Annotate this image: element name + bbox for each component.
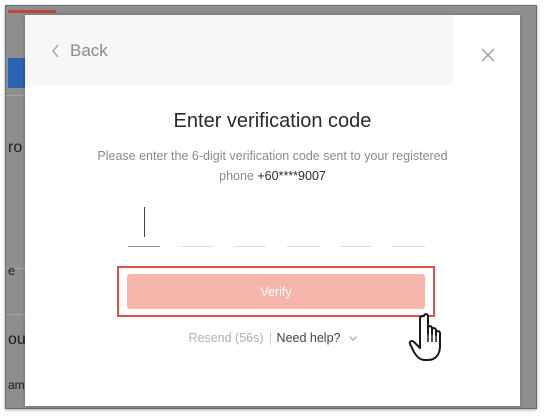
need-help-label: Need help? <box>276 331 341 345</box>
screenshot-frame: ro e ou am Back Enter verification code … <box>5 5 537 409</box>
code-digit-input[interactable] <box>287 205 319 247</box>
back-label: Back <box>70 41 108 60</box>
phone-number: +60****9007 <box>257 169 326 183</box>
verify-button[interactable]: Verify <box>127 274 425 309</box>
code-digit-input[interactable] <box>181 205 213 247</box>
link-separator <box>269 331 271 345</box>
verification-modal: Back Enter verification code Please ente… <box>25 15 520 406</box>
close-icon[interactable] <box>480 47 496 63</box>
background-text: am <box>8 378 25 392</box>
background-text: e <box>8 263 16 278</box>
code-digit-input[interactable] <box>393 205 425 247</box>
chevron-down-icon <box>348 335 357 341</box>
page-title: Enter verification code <box>173 110 372 132</box>
background-logo <box>8 58 26 88</box>
background-accent-bar <box>8 10 56 13</box>
back-button[interactable]: Back <box>51 39 108 63</box>
background-divider <box>6 314 26 315</box>
need-help-link[interactable]: Need help? <box>277 331 357 345</box>
hand-pointer-icon <box>408 313 441 361</box>
chevron-left-icon <box>52 44 59 58</box>
code-input-group <box>128 205 428 247</box>
background-text: ro <box>8 139 23 156</box>
instruction-text: Please enter the 6-digit verification co… <box>85 146 460 186</box>
code-digit-input[interactable] <box>340 205 372 247</box>
background-text: ou <box>8 331 26 348</box>
resend-link[interactable]: Resend (56s) <box>189 331 264 345</box>
background-divider <box>6 95 26 96</box>
text-cursor <box>144 207 145 237</box>
code-digit-input[interactable] <box>234 205 266 247</box>
